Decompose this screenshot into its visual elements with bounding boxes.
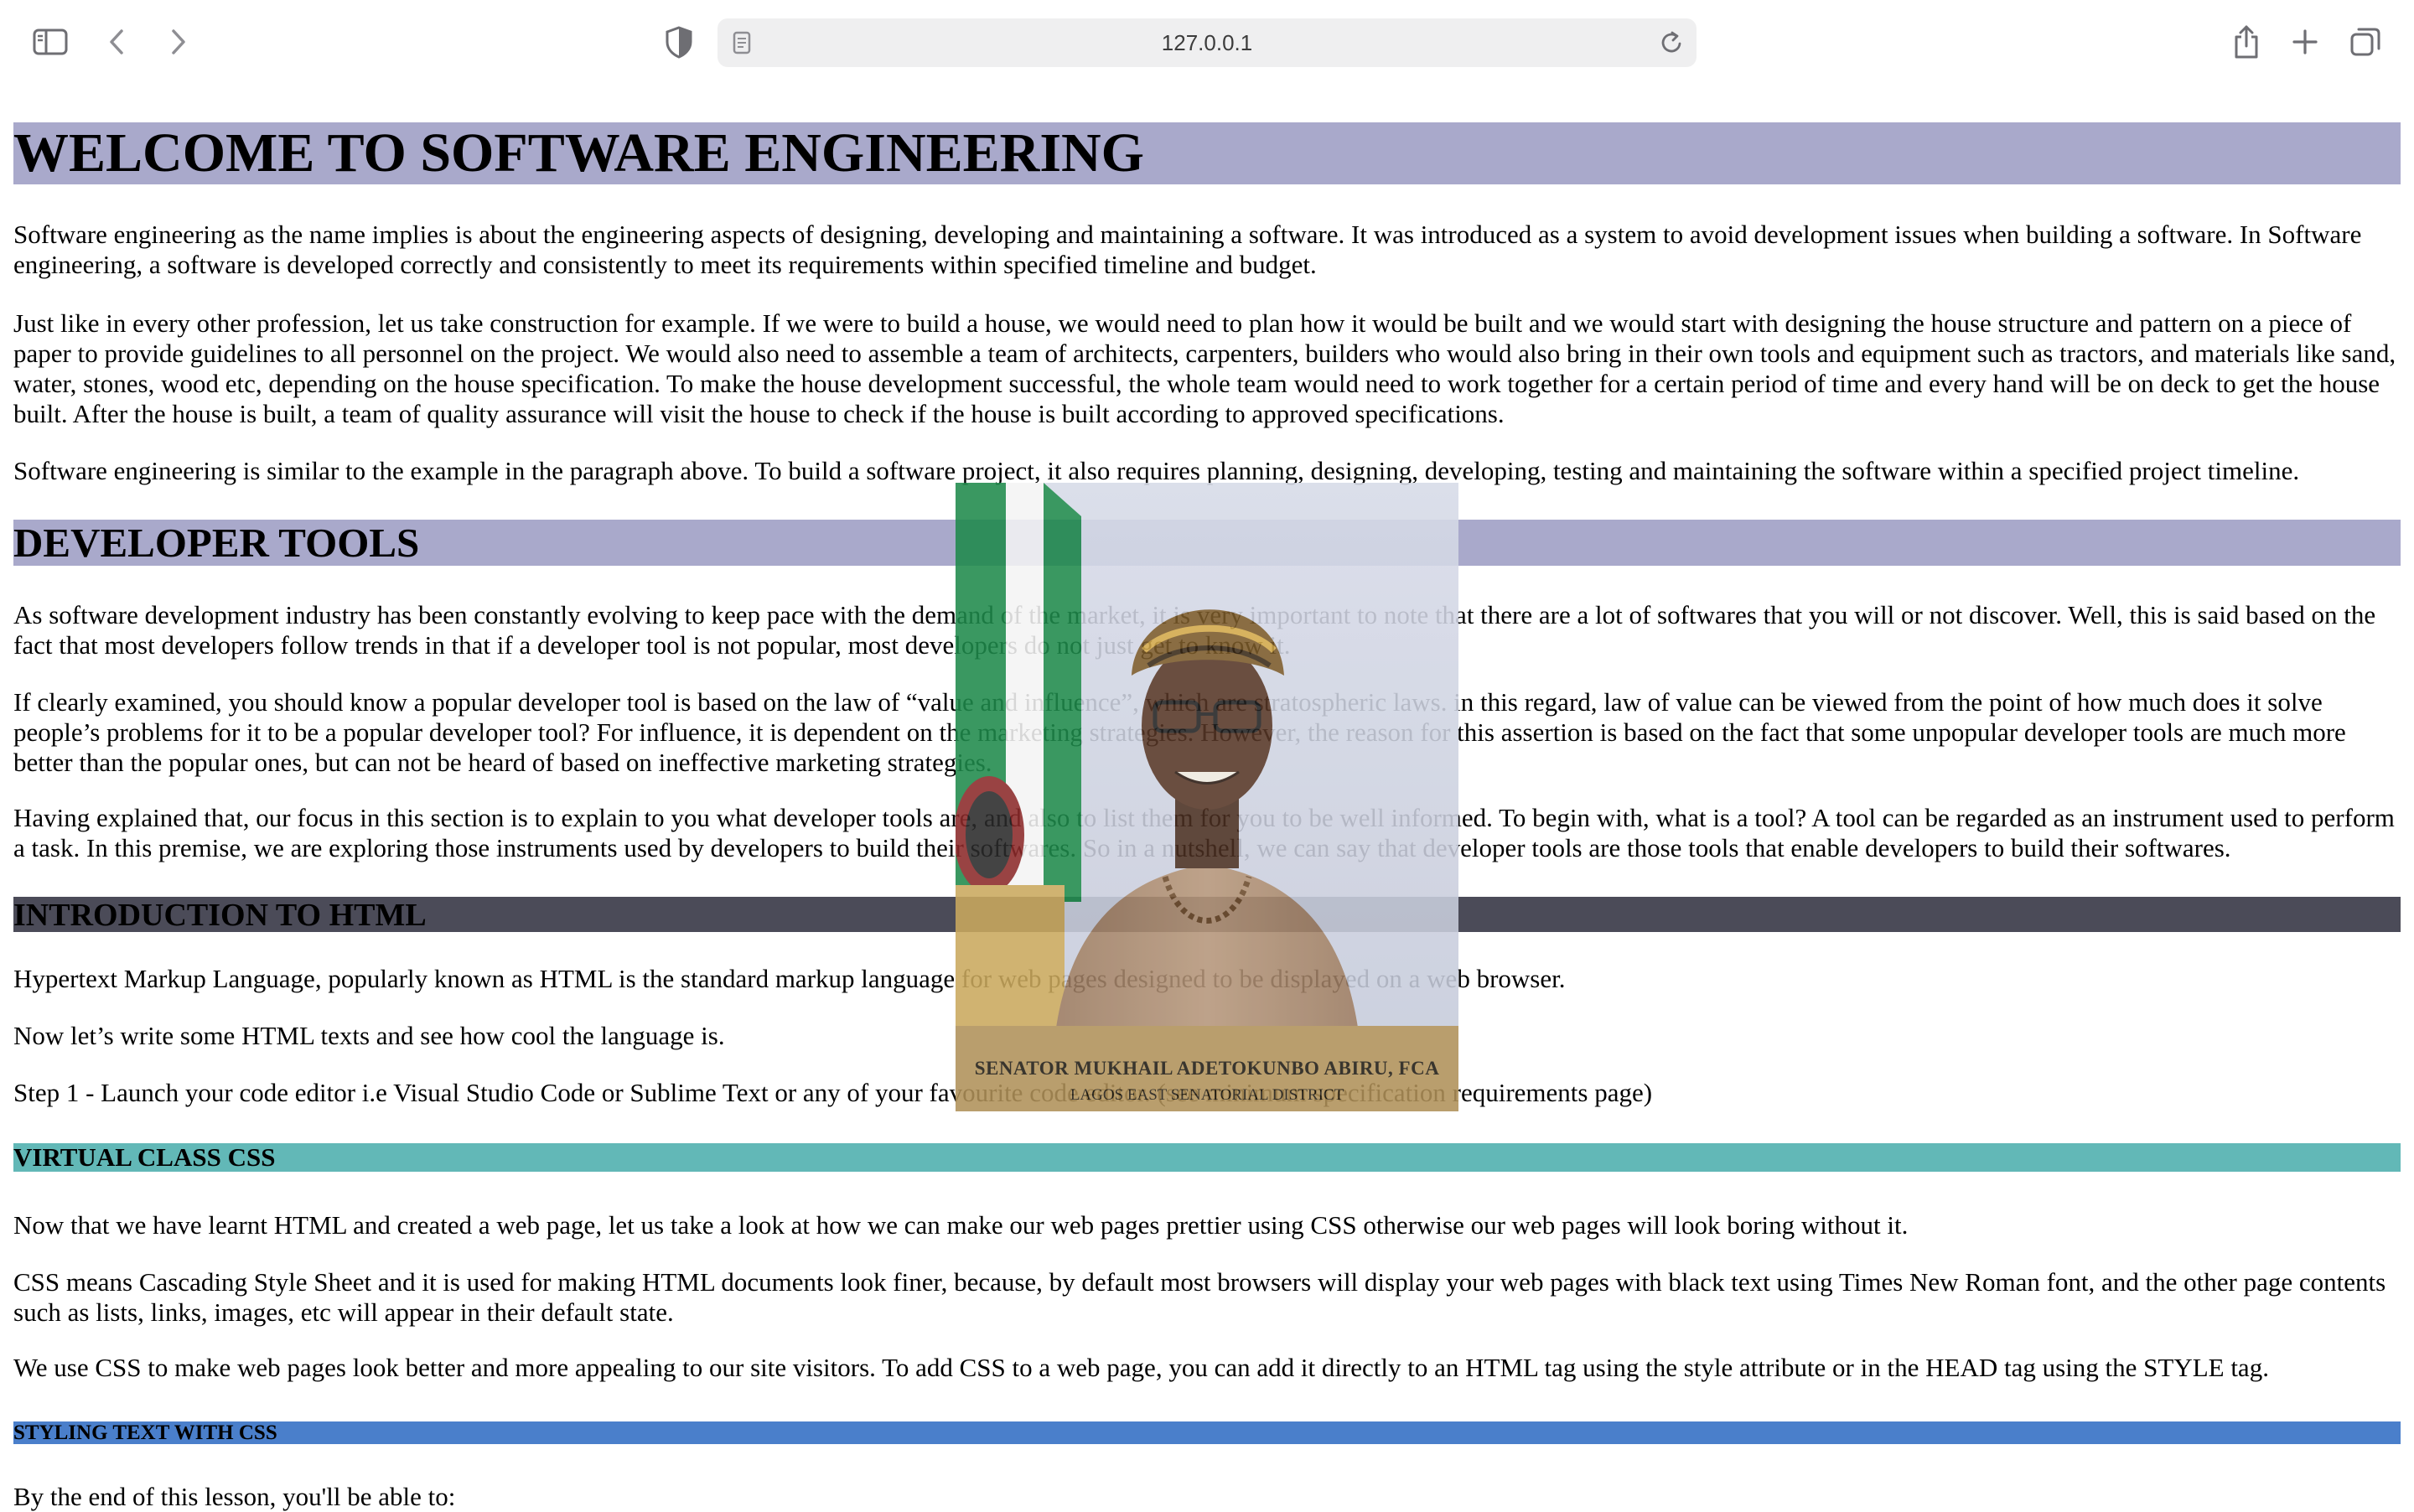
paragraph-intro: Software engineering as the name implies… — [13, 220, 2362, 279]
portrait-caption: SENATOR MUKHAIL ADETOKUNBO ABIRU, FCA LA… — [956, 1026, 1458, 1111]
portrait-caption-name: SENATOR MUKHAIL ADETOKUNBO ABIRU, FCA — [974, 1058, 1440, 1079]
forward-icon[interactable] — [156, 20, 199, 64]
heading-virtual-class-css: VIRTUAL CLASS CSS — [13, 1143, 2401, 1172]
tab-overview-icon[interactable] — [2344, 20, 2387, 64]
heading-welcome: WELCOME TO SOFTWARE ENGINEERING — [13, 122, 2401, 184]
paragraph-css-definition: CSS means Cascading Style Sheet and it i… — [13, 1267, 2386, 1327]
paragraph-similarity: Software engineering is similar to the e… — [13, 456, 2300, 485]
url-text[interactable]: 127.0.0.1 — [717, 18, 1697, 67]
portrait-caption-district: LAGOS EAST SENATORIAL DISTRICT — [1070, 1086, 1344, 1104]
sidebar-icon[interactable] — [28, 20, 72, 64]
paragraph-css-usage: We use CSS to make web pages look better… — [13, 1353, 2269, 1382]
paragraph-css-intro: Now that we have learnt HTML and created… — [13, 1210, 1909, 1240]
senator-portrait-image: SENATOR MUKHAIL ADETOKUNBO ABIRU, FCA LA… — [956, 483, 1458, 1111]
new-tab-icon[interactable] — [2283, 20, 2327, 64]
browser-toolbar: 127.0.0.1 — [0, 0, 2414, 80]
paragraph-construction-example: Just like in every other profession, let… — [13, 308, 2396, 428]
address-bar[interactable]: 127.0.0.1 — [717, 18, 1697, 67]
back-icon[interactable] — [96, 20, 139, 64]
heading-styling-text: STYLING TEXT WITH CSS — [13, 1421, 2401, 1444]
paragraph-lesson-goals: By the end of this lesson, you'll be abl… — [13, 1482, 456, 1511]
share-icon[interactable] — [2225, 20, 2268, 64]
reload-icon[interactable] — [1660, 29, 1685, 60]
paragraph-lets-write: Now let’s write some HTML texts and see … — [13, 1021, 725, 1050]
privacy-shield-icon[interactable] — [657, 20, 701, 64]
